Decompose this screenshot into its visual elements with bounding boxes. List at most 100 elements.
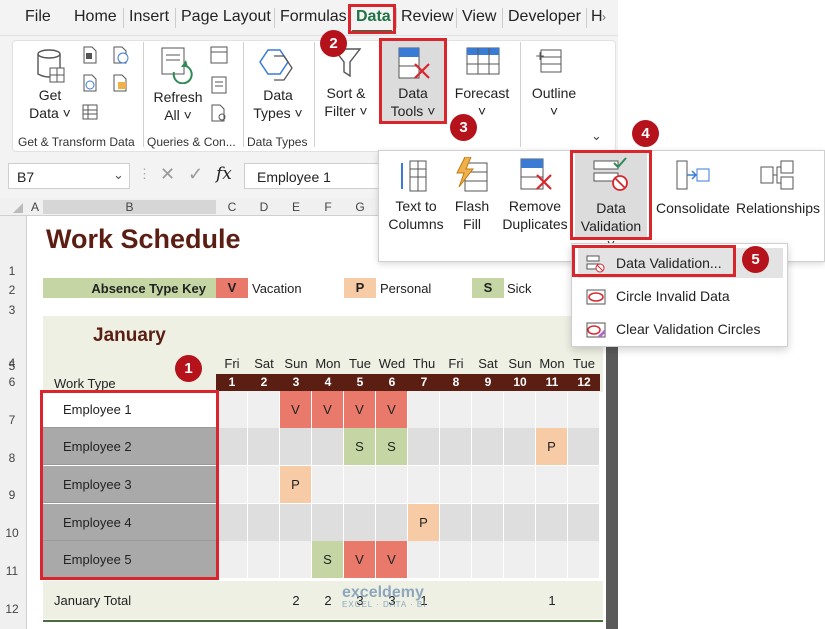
- tab-review[interactable]: Review: [401, 8, 453, 26]
- date-header: 3: [292, 375, 300, 389]
- tab-scroll-icon[interactable]: ›: [602, 10, 606, 24]
- flash-fill-button[interactable]: Flash Fill: [449, 197, 495, 233]
- col-a[interactable]: A: [27, 200, 43, 214]
- col-g[interactable]: G: [344, 200, 376, 214]
- schedule-cell: [472, 466, 503, 503]
- tab-file[interactable]: File: [25, 8, 51, 26]
- data-types-label-1: Data: [263, 87, 293, 103]
- edit-links-icon[interactable]: [210, 104, 228, 125]
- key-vacation-label: Vacation: [252, 281, 302, 296]
- absence-key-label-cell: Absence Type Key: [43, 278, 216, 298]
- date-header: 2: [260, 375, 268, 389]
- data-types-button[interactable]: Data Types ˅: [250, 86, 306, 122]
- schedule-cell: [536, 541, 567, 578]
- menu-item-clear-circles[interactable]: Clear Validation Circles: [578, 314, 783, 344]
- absence-cell: P: [408, 504, 439, 541]
- row-5[interactable]: 5: [0, 359, 24, 373]
- total-value: 2: [292, 593, 300, 608]
- row-2[interactable]: 2: [0, 283, 24, 297]
- date-header: 8: [452, 375, 460, 389]
- day-header: Tue: [349, 356, 371, 371]
- remove-duplicates-icon: [519, 157, 555, 196]
- date-header: 5: [356, 375, 364, 389]
- relationships-button[interactable]: Relationships: [733, 199, 823, 217]
- row-6[interactable]: 6: [0, 375, 24, 389]
- from-text-icon[interactable]: [82, 46, 98, 67]
- tab-page-layout[interactable]: Page Layout: [181, 8, 271, 26]
- col-c[interactable]: C: [216, 200, 248, 214]
- cancel-entry-icon[interactable]: ✕: [160, 164, 175, 185]
- row-11[interactable]: 11: [0, 564, 24, 578]
- col-d[interactable]: D: [248, 200, 280, 214]
- from-web-icon[interactable]: [82, 74, 98, 95]
- flash-fill-label-2: Fill: [463, 216, 481, 232]
- from-table-icon[interactable]: [82, 104, 98, 123]
- absence-cell: V: [280, 391, 311, 428]
- schedule-cell: [216, 541, 247, 578]
- tab-home[interactable]: Home: [74, 8, 117, 26]
- absence-cell: S: [344, 428, 375, 465]
- schedule-cell: [440, 391, 471, 428]
- highlight-data-validation: [570, 150, 652, 240]
- existing-connections-icon[interactable]: [112, 74, 130, 95]
- queries-connections-icon[interactable]: [210, 46, 228, 67]
- schedule-cell: [248, 504, 279, 541]
- database-icon: [36, 48, 66, 87]
- recent-sources-icon[interactable]: [112, 46, 130, 67]
- confirm-entry-icon[interactable]: ✓: [188, 164, 203, 185]
- row-12[interactable]: 12: [0, 602, 24, 616]
- absence-cell: V: [376, 541, 407, 578]
- schedule-cell: [504, 391, 535, 428]
- sort-filter-button[interactable]: Sort & Filter ˅: [318, 84, 374, 120]
- menu-item-circle-invalid[interactable]: Circle Invalid Data: [578, 281, 783, 311]
- date-header: 12: [577, 375, 591, 389]
- get-data-label-1: Get: [38, 87, 62, 103]
- get-data-button[interactable]: Get Data ˅: [22, 86, 78, 122]
- row-10[interactable]: 10: [0, 526, 24, 540]
- get-data-label-2: Data ˅: [29, 105, 71, 121]
- sort-filter-label-2: Filter ˅: [324, 103, 368, 119]
- tab-insert[interactable]: Insert: [129, 8, 169, 26]
- col-f[interactable]: F: [312, 200, 344, 214]
- day-header: Sat: [254, 356, 274, 371]
- work-type-header: Work Type: [54, 376, 116, 391]
- tab-formulas[interactable]: Formulas: [280, 8, 347, 26]
- consolidate-button[interactable]: Consolidate: [653, 199, 733, 217]
- name-box[interactable]: B7 ⌄: [8, 163, 130, 189]
- menu-item-clear-circles-label: Clear Validation Circles: [616, 321, 761, 337]
- absence-cell: S: [312, 541, 343, 578]
- schedule-cell: [472, 504, 503, 541]
- schedule-cell: [504, 541, 535, 578]
- row-8[interactable]: 8: [0, 451, 24, 465]
- clear-circles-icon: [586, 322, 606, 338]
- chevron-down-icon[interactable]: ⌄: [113, 167, 124, 183]
- col-e[interactable]: E: [280, 200, 312, 214]
- schedule-cell: [408, 541, 439, 578]
- day-header: Sun: [284, 356, 308, 371]
- insert-function-icon[interactable]: fx: [216, 164, 232, 184]
- tab-view[interactable]: View: [462, 8, 496, 26]
- outline-button[interactable]: Outline ˅: [524, 84, 584, 120]
- row-3[interactable]: 3: [0, 303, 24, 317]
- text-to-columns-button[interactable]: Text to Columns: [383, 197, 449, 233]
- refresh-all-button[interactable]: Refresh All ˅: [150, 88, 206, 124]
- col-b[interactable]: B: [43, 200, 216, 214]
- row-7[interactable]: 7: [0, 413, 24, 427]
- collapse-ribbon-icon[interactable]: ⌄: [591, 128, 602, 144]
- absence-cell: V: [312, 391, 343, 428]
- group-label-get-transform: Get & Transform Data: [18, 135, 135, 149]
- schedule-cell: [440, 541, 471, 578]
- absence-cell: V: [344, 391, 375, 428]
- row-9[interactable]: 9: [0, 488, 24, 502]
- key-vacation-code: V: [216, 278, 248, 298]
- tab-more[interactable]: H: [591, 8, 603, 26]
- step-badge-4: 4: [632, 120, 659, 147]
- schedule-cell: [568, 391, 599, 428]
- row-1[interactable]: 1: [0, 264, 24, 278]
- schedule-cell: [472, 541, 503, 578]
- remove-duplicates-button[interactable]: Remove Duplicates: [499, 197, 571, 233]
- properties-icon[interactable]: [210, 76, 228, 97]
- flash-fill-label-1: Flash: [454, 198, 490, 214]
- tab-developer[interactable]: Developer: [508, 8, 581, 26]
- date-header: 10: [513, 375, 527, 389]
